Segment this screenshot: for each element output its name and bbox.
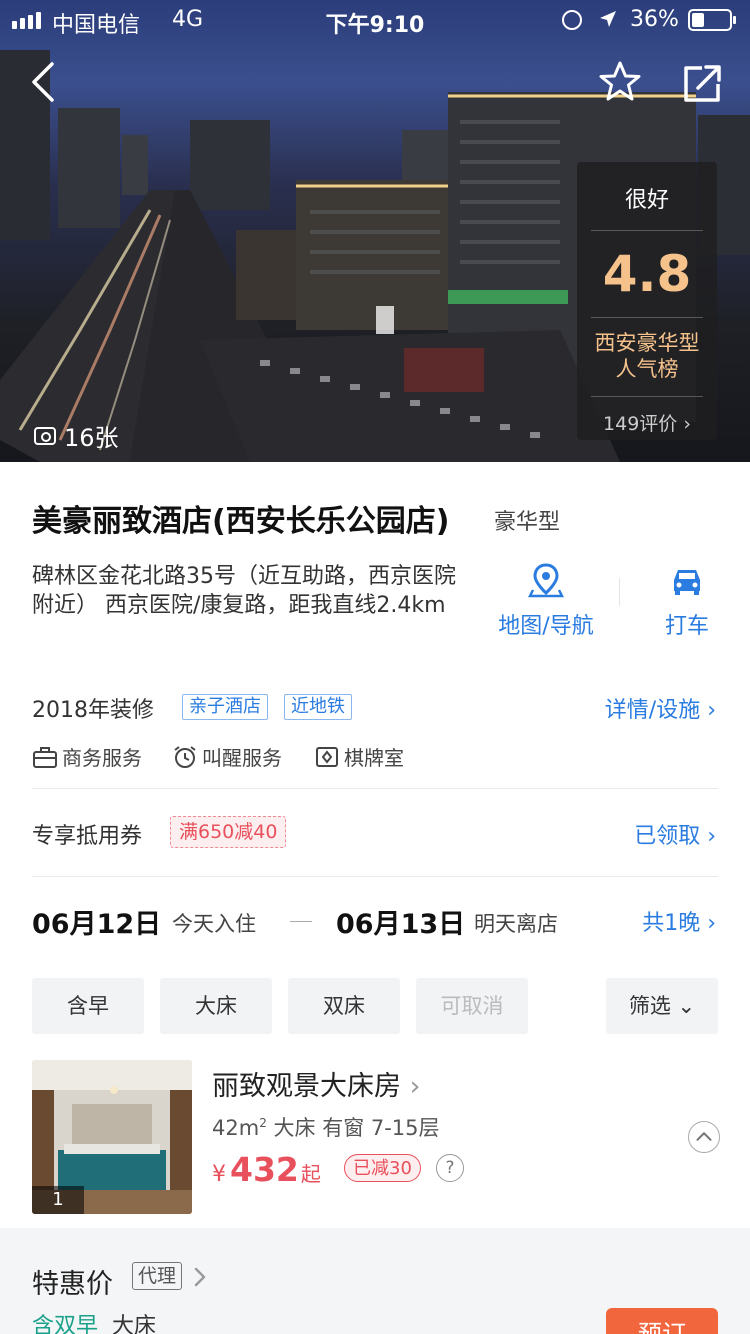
filter-king-bed[interactable]: 大床: [160, 978, 272, 1034]
help-icon[interactable]: ?: [436, 1154, 464, 1182]
date-selector[interactable]: 06月12日 今天入住 06月13日 明天离店 共1晚 ›: [32, 902, 718, 942]
hotel-address: 碑林区金花北路35号（近互助路，西京医院附近） 西京医院/康复路，距我直线2.4…: [32, 564, 456, 618]
map-navigation-button[interactable]: 地图/导航: [490, 562, 602, 640]
chevron-right-icon[interactable]: [192, 1266, 208, 1288]
divider: [619, 578, 620, 606]
rating-label: 很好: [624, 188, 669, 213]
car-icon: [674, 570, 700, 595]
filter-breakfast[interactable]: 含早: [32, 978, 144, 1034]
checkin-date: 06月12日: [32, 909, 162, 940]
renovation-year: 2018年装修: [32, 698, 154, 723]
facility-chess-room: 棋牌室: [314, 742, 404, 771]
checkout-date: 06月13日: [336, 909, 466, 940]
divider: [591, 230, 703, 231]
map-navigation-label: 地图/导航: [498, 614, 594, 639]
meal-plan: 含双早: [32, 1314, 99, 1334]
favorite-star-icon[interactable]: [598, 60, 642, 104]
camera-icon: [34, 426, 56, 445]
room-specs: 42m2 大床 有窗 7-15层: [212, 1112, 440, 1142]
briefcase-icon: [33, 746, 57, 768]
discount-badge: 已减30: [344, 1154, 421, 1182]
alarm-clock-icon: [174, 745, 196, 768]
rotation-lock-icon: [562, 10, 582, 30]
details-facilities-link[interactable]: 详情/设施 ›: [605, 692, 716, 724]
filter-cancellable[interactable]: 可取消: [416, 978, 528, 1034]
deal-title: 特惠价: [32, 1269, 113, 1300]
coupon-label: 专享抵用券: [32, 824, 143, 849]
room-features: 大床 有窗 7-15层: [273, 1116, 440, 1140]
battery-percent: 36%: [630, 7, 679, 32]
rank-badge: 西安豪华型人气榜: [594, 331, 700, 381]
facility-wakeup: 叫醒服务: [172, 742, 282, 771]
price-suffix: 起: [300, 1162, 321, 1186]
room-photo[interactable]: 1: [32, 1060, 192, 1214]
filter-more-label: 筛选: [628, 994, 671, 1018]
agent-badge: 代理: [132, 1262, 183, 1290]
rating-card[interactable]: 很好 4.8 西安豪华型人气榜 149评价 ›: [577, 162, 717, 440]
room-name-link[interactable]: 丽致观景大床房 ›: [212, 1064, 420, 1103]
status-bar: 中国电信 4G 下午9:10 36%: [0, 0, 750, 40]
tag-near-subway: 近地铁: [284, 694, 352, 720]
taxi-button[interactable]: 打车: [654, 562, 720, 640]
back-button[interactable]: [24, 60, 68, 104]
filter-more-button[interactable]: 筛选 ⌄: [606, 978, 718, 1034]
hotel-name: 美豪丽致酒店(西安长乐公园店): [32, 504, 450, 539]
hotel-type: 豪华型: [494, 510, 561, 535]
battery-icon: [688, 9, 736, 31]
facility-label: 棋牌室: [344, 746, 404, 770]
facility-label: 叫醒服务: [202, 746, 282, 770]
game-piece-icon: [316, 746, 338, 767]
divider: [32, 876, 718, 877]
facility-label: 商务服务: [62, 746, 142, 770]
details-facilities-label: 详情/设施: [604, 698, 701, 723]
room-price: ¥ 432 起: [212, 1150, 321, 1189]
book-button[interactable]: 预订: [606, 1308, 718, 1334]
currency-symbol: ¥: [212, 1162, 226, 1187]
bed-type: 大床: [112, 1314, 157, 1334]
hero-photo[interactable]: 中国电信 4G 下午9:10 36% 16张 很好 4.8 西安豪华型人气榜 1…: [0, 0, 750, 462]
filter-twin-bed[interactable]: 双床: [288, 978, 400, 1034]
divider: [32, 788, 718, 789]
nights-count[interactable]: 共1晚 ›: [642, 905, 716, 937]
map-pin-icon: [528, 563, 564, 598]
price-amount: 432: [230, 1150, 299, 1189]
chevron-right-icon: ›: [409, 1071, 421, 1102]
location-arrow-icon: [600, 11, 616, 27]
facility-business: 商务服务: [32, 742, 142, 771]
collapse-chevron-up-icon[interactable]: [688, 1121, 720, 1153]
room-name: 丽致观景大床房: [212, 1071, 401, 1102]
checkin-label: 今天入住: [172, 912, 256, 936]
share-icon[interactable]: [680, 62, 724, 106]
room-photo-index: 1: [32, 1186, 84, 1214]
tag-family-hotel: 亲子酒店: [182, 694, 268, 720]
date-separator: [290, 921, 312, 922]
photo-count[interactable]: 16张: [34, 418, 119, 453]
coupon-claimed-link[interactable]: 已领取 ›: [634, 818, 716, 850]
room-area: 42m: [212, 1116, 260, 1140]
rating-score: 4.8: [602, 245, 692, 303]
taxi-label: 打车: [664, 614, 709, 639]
checkout-label: 明天离店: [474, 912, 558, 936]
room-area-unit: 2: [259, 1116, 267, 1130]
nights-label: 共1晚: [642, 911, 701, 936]
review-count-link[interactable]: 149评价 ›: [577, 397, 717, 436]
coupon-badge: 满650减40: [170, 816, 287, 848]
coupon-status: 已领取: [634, 824, 701, 849]
review-count: 149评价: [603, 413, 678, 435]
photo-count-label: 16张: [64, 424, 119, 452]
